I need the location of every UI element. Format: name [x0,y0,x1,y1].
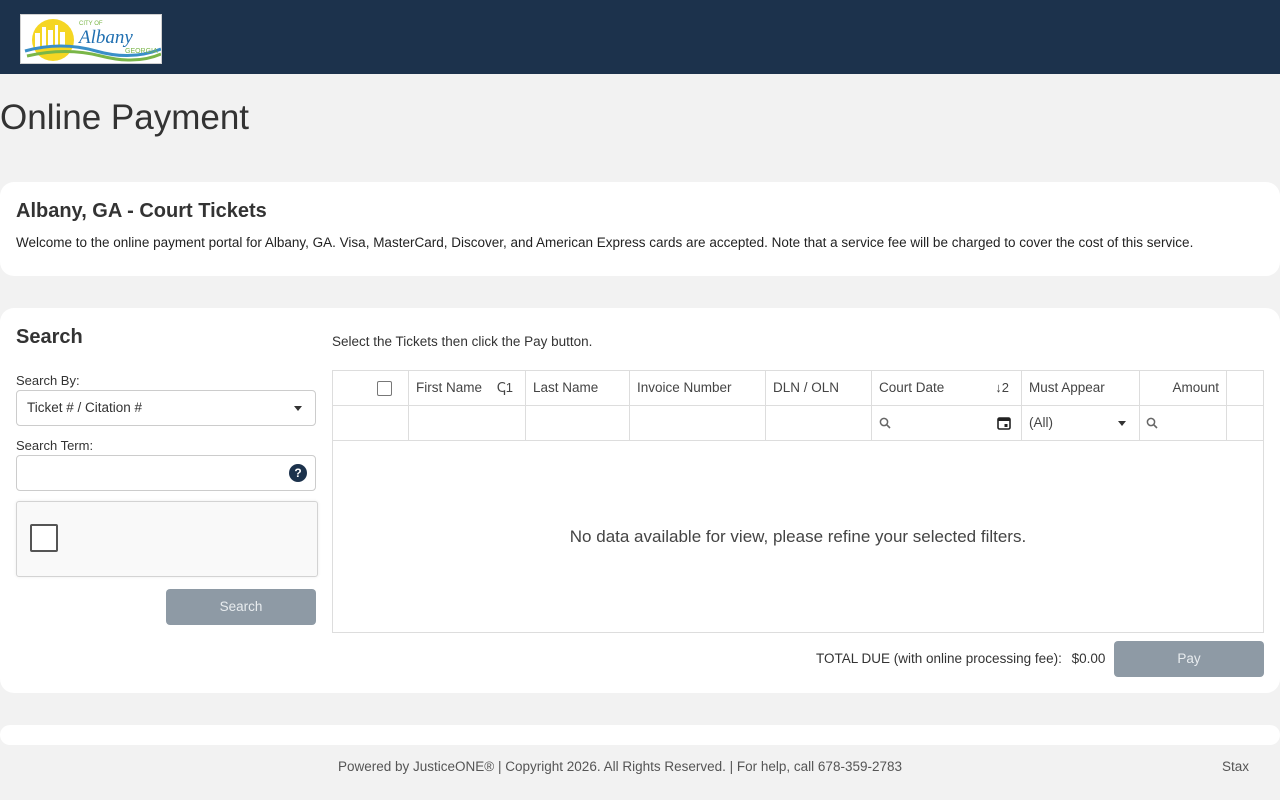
search-by-label: Search By: [16,373,80,388]
filter-spacer [1227,406,1263,441]
amount-filter[interactable] [1140,406,1227,441]
header-last-name-label: Last Name [533,380,599,395]
filter-cell-last-name [526,406,630,441]
search-icon [1146,417,1158,429]
grid-header-row: First Name ↅ1 Last Name Invoice Number D… [333,371,1263,406]
header-invoice-number-label: Invoice Number [637,380,732,395]
footer-stax-link[interactable]: Stax [1222,759,1249,774]
filter-cell-first-name [409,406,526,441]
intro-text: Welcome to the online payment portal for… [16,235,1194,250]
top-bar: CITY OF Albany GEORGIA [0,0,1280,74]
total-due: TOTAL DUE (with online processing fee): … [816,651,1105,666]
footer-text: Powered by JusticeONE® | Copyright 2026.… [338,759,902,774]
search-icon [879,417,891,429]
logo-name: Albany [77,27,133,48]
footer-card-edge [0,725,1280,745]
must-appear-filter-value: (All) [1029,415,1053,430]
grid-filter-row: (All) [333,406,1263,441]
search-card: Search Search By: Ticket # / Citation # … [0,308,1280,693]
court-date-filter[interactable] [872,406,1022,441]
header-dln-oln[interactable]: DLN / OLN [766,371,872,406]
intro-card: Albany, GA - Court Tickets Welcome to th… [0,182,1280,276]
header-amount-label: Amount [1172,380,1219,395]
header-court-date[interactable]: Court Date ↓2 [872,371,1022,406]
header-invoice-number[interactable]: Invoice Number [630,371,766,406]
pay-button[interactable]: Pay [1114,641,1264,677]
total-due-amount: $0.00 [1071,651,1106,666]
caret-down-icon [1118,421,1126,426]
grid-body: No data available for view, please refin… [333,441,1263,633]
filter-cell-select [333,406,409,441]
grid-instructions: Select the Tickets then click the Pay bu… [332,334,593,349]
logo-state: GEORGIA [125,48,158,55]
must-appear-filter[interactable]: (All) [1022,406,1140,441]
header-last-name[interactable]: Last Name [526,371,630,406]
header-first-name-label: First Name [416,380,483,395]
header-first-name[interactable]: First Name ↅ1 [409,371,526,406]
search-by-value: Ticket # / Citation # [27,400,143,415]
sort-descending-icon: ↓2 [995,380,1009,395]
filter-cell-dln [766,406,872,441]
tickets-grid: First Name ↅ1 Last Name Invoice Number D… [332,370,1264,633]
header-dln-oln-label: DLN / OLN [773,380,840,395]
total-due-label: TOTAL DUE (with online processing fee): [816,651,1062,666]
search-term-label: Search Term: [16,438,94,453]
header-must-appear[interactable]: Must Appear [1022,371,1140,406]
filter-cell-invoice [630,406,766,441]
page-title: Online Payment [0,98,250,137]
caret-down-icon [294,406,302,411]
calendar-icon[interactable] [997,416,1011,430]
city-logo[interactable]: CITY OF Albany GEORGIA [20,14,162,64]
captcha-checkbox[interactable] [30,524,58,552]
sort-ascending-icon: ↅ1 [496,380,513,395]
search-title: Search [16,326,83,348]
header-court-date-label: Court Date [879,380,945,395]
select-all-checkbox[interactable] [377,381,392,396]
empty-message: No data available for view, please refin… [569,527,1027,546]
captcha-widget [16,501,318,577]
header-select-all-cell [333,371,409,406]
city-logo-graphic: CITY OF Albany GEORGIA [24,19,161,62]
header-amount[interactable]: Amount [1140,371,1227,406]
search-term-input[interactable] [16,455,316,491]
search-by-select[interactable]: Ticket # / Citation # [16,390,316,426]
intro-title: Albany, GA - Court Tickets [16,200,267,222]
search-button[interactable]: Search [166,589,316,625]
help-icon[interactable]: ? [289,464,307,482]
header-spacer [1227,371,1263,406]
header-must-appear-label: Must Appear [1029,380,1105,395]
